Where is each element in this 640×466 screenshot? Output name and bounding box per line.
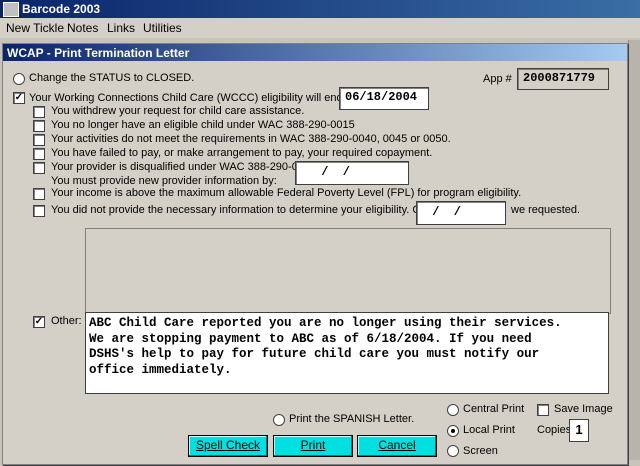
local-print-radio[interactable] — [447, 425, 459, 437]
menu-bar: New Tickle Notes Links Utilities — [0, 18, 640, 38]
other-label: Other: — [51, 315, 82, 327]
print-button-label: Print — [300, 438, 326, 452]
empty-panel — [85, 228, 611, 314]
provider-date-value: / / — [314, 165, 351, 179]
reason-checkbox-withdrew[interactable] — [33, 106, 45, 118]
app-number-field: 2000871779 — [517, 68, 609, 90]
eligibility-end-checkbox[interactable]: ✓ — [13, 92, 25, 104]
dialog-title: WCAP - Print Termination Letter — [7, 46, 190, 60]
spanish-letter-label: Print the SPANISH Letter. — [289, 413, 415, 425]
screen-radio[interactable] — [447, 445, 459, 457]
cancel-button[interactable]: Cancel — [357, 435, 437, 457]
change-status-radio[interactable] — [13, 73, 25, 85]
spell-check-button[interactable]: Spell Check — [188, 435, 268, 457]
reason-checkbox-no-eligible-child[interactable] — [33, 120, 45, 132]
background-scrollbar[interactable] — [628, 40, 640, 460]
central-print-radio[interactable] — [447, 404, 459, 416]
app-title-bar: Barcode 2003 — [0, 0, 640, 18]
spell-check-button-label: Spell Check — [195, 438, 261, 452]
info-date-field[interactable]: / / — [416, 201, 506, 225]
reason-label-no-eligible-child: You no longer have an eligible child und… — [51, 119, 355, 131]
app-number-value: 2000871779 — [523, 71, 596, 85]
reason-checkbox-copayment[interactable] — [33, 148, 45, 160]
other-checkbox[interactable]: ✓ — [33, 316, 45, 328]
other-text-area[interactable]: ABC Child Care reported you are no longe… — [85, 312, 609, 394]
app-number-label: App # — [483, 73, 512, 85]
menu-notes[interactable]: Notes — [67, 21, 98, 35]
print-button[interactable]: Print — [273, 435, 353, 457]
dialog-title-bar: WCAP - Print Termination Letter — [3, 44, 627, 61]
termination-letter-dialog: WCAP - Print Termination Letter Change t… — [2, 43, 628, 465]
reason-label-income: Your income is above the maximum allowab… — [51, 187, 522, 199]
reason-checkbox-activities[interactable] — [33, 134, 45, 146]
reason-label-withdrew: You withdrew your request for child care… — [51, 105, 305, 117]
menu-new-tickle[interactable]: New Tickle — [6, 21, 64, 35]
we-requested-label: we requested. — [511, 204, 581, 216]
eligibility-end-date-field[interactable]: 06/18/2004 — [339, 87, 429, 110]
reason-label-provider-disqualified: Your provider is disqualified under WAC … — [51, 161, 320, 173]
reason-label-copayment: You have failed to pay, or make arrangem… — [51, 147, 433, 159]
local-print-label: Local Print — [463, 424, 515, 436]
save-image-label: Save Image — [554, 403, 613, 415]
menu-utilities[interactable]: Utilities — [143, 21, 182, 35]
app-icon — [3, 2, 19, 17]
central-print-label: Central Print — [463, 403, 525, 415]
eligibility-end-label: Your Working Connections Child Care (WCC… — [29, 92, 343, 104]
provider-info-label: You must provide new provider informatio… — [51, 175, 277, 187]
screen-label: Screen — [463, 445, 498, 457]
reason-checkbox-info-not-provided[interactable] — [33, 205, 45, 217]
save-image-checkbox[interactable] — [537, 404, 549, 416]
change-status-label: Change the STATUS to CLOSED. — [29, 72, 195, 84]
eligibility-end-date-value: 06/18/2004 — [345, 90, 418, 104]
provider-date-field[interactable]: / / — [295, 161, 409, 185]
info-date-value: / / — [425, 205, 462, 219]
reason-label-activities: Your activities do not meet the requirem… — [51, 133, 451, 145]
menu-links[interactable]: Links — [107, 21, 135, 35]
spanish-letter-radio[interactable] — [273, 414, 285, 426]
reason-checkbox-provider-disqualified[interactable] — [33, 162, 45, 174]
copies-input[interactable]: 1 — [569, 419, 589, 442]
reason-checkbox-income[interactable] — [33, 188, 45, 200]
app-title: Barcode 2003 — [22, 2, 101, 16]
reason-label-info-not-provided: You did not provide the necessary inform… — [51, 204, 428, 216]
cancel-button-label: Cancel — [378, 438, 416, 452]
